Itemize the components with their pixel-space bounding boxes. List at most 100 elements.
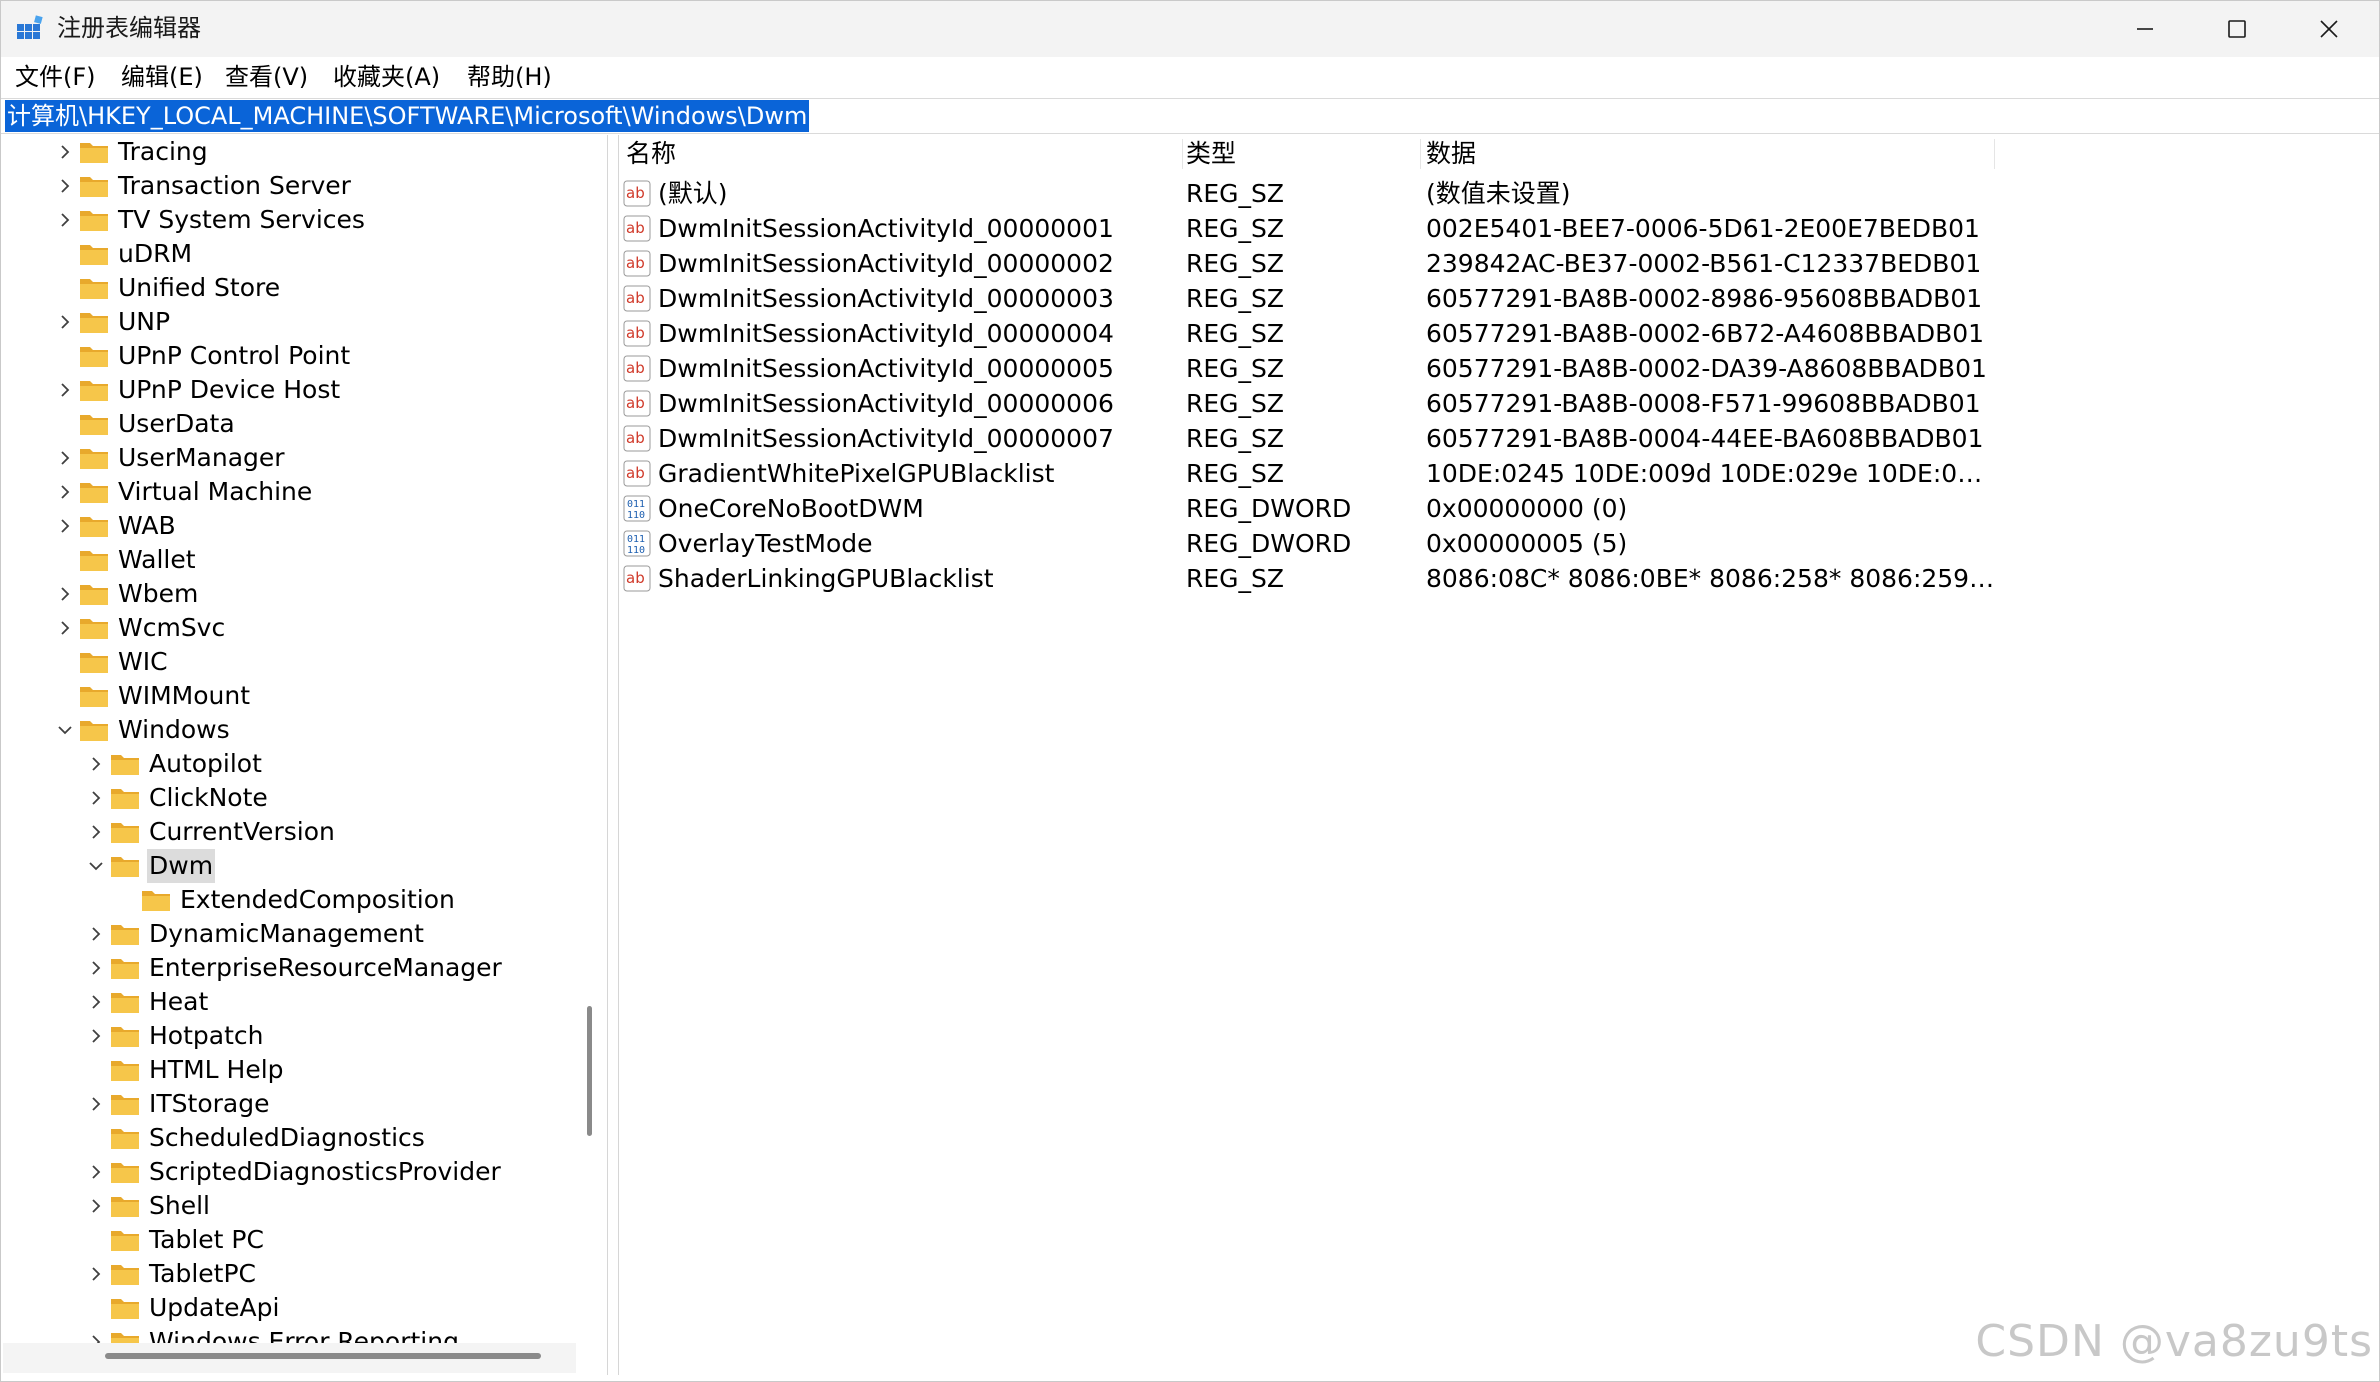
value-name[interactable]: OneCoreNoBootDWM [658,491,924,526]
tree-item-label[interactable]: Wbem [116,577,200,611]
tree-item[interactable]: ClickNote [3,781,576,815]
chevron-down-icon[interactable] [86,856,106,876]
title-bar[interactable]: 注册表编辑器 [1,1,2379,57]
tree-item-label[interactable]: CurrentVersion [147,815,337,849]
tree-item[interactable]: Tracing [3,135,576,169]
chevron-right-icon[interactable] [86,1332,106,1343]
value-row[interactable]: ab DwmInitSessionActivityId_00000007 REG_S… [620,421,2379,456]
tree-item-label[interactable]: UserData [116,407,237,441]
tree-item-label[interactable]: Hotpatch [147,1019,265,1053]
address-bar[interactable]: 计算机\HKEY_LOCAL_MACHINE\SOFTWARE\Microsof… [1,98,2379,134]
tree-vertical-scrollbar-thumb[interactable] [587,1006,592,1136]
chevron-right-icon[interactable] [86,1264,106,1284]
tree-item[interactable]: Windows Error Reporting [3,1325,576,1343]
value-row[interactable]: 011 110 OverlayTestMode REG_DWORD 0x00000005… [620,526,2379,561]
pane-splitter[interactable] [607,135,619,1375]
tree-item-label[interactable]: Wallet [116,543,198,577]
tree-item-label[interactable]: UPnP Device Host [116,373,342,407]
value-row[interactable]: 011 110 OneCoreNoBootDWM REG_DWORD 0x0000000… [620,491,2379,526]
value-name[interactable]: DwmInitSessionActivityId_00000007 [658,421,1114,456]
tree-item-label[interactable]: ScheduledDiagnostics [147,1121,427,1155]
tree-item-label[interactable]: WIC [116,645,170,679]
chevron-right-icon[interactable] [86,1026,106,1046]
tree-item[interactable]: UserData [3,407,576,441]
tree-item-label[interactable]: WIMMount [116,679,252,713]
tree-item-label[interactable]: Windows Error Reporting [147,1325,461,1343]
value-row[interactable]: ab GradientWhitePixelGPUBlacklist REG_SZ 10… [620,456,2379,491]
tree-item[interactable]: Autopilot [3,747,576,781]
chevron-right-icon[interactable] [86,754,106,774]
tree-item[interactable]: HTML Help [3,1053,576,1087]
chevron-right-icon[interactable] [86,924,106,944]
chevron-right-icon[interactable] [86,1196,106,1216]
tree-item-label[interactable]: EnterpriseResourceManager [147,951,504,985]
tree-item-label[interactable]: UpdateApi [147,1291,281,1325]
tree-item[interactable]: WIMMount [3,679,576,713]
tree-item[interactable]: Heat [3,985,576,1019]
tree-item-label[interactable]: UNP [116,305,172,339]
chevron-right-icon[interactable] [55,516,75,536]
tree-item-label[interactable]: Autopilot [147,747,264,781]
chevron-right-icon[interactable] [55,482,75,502]
tree-item[interactable]: ITStorage [3,1087,576,1121]
value-name[interactable]: ShaderLinkingGPUBlacklist [658,561,994,596]
tree-horizontal-scrollbar-thumb[interactable] [105,1353,541,1359]
tree-item[interactable]: WcmSvc [3,611,576,645]
menu-view[interactable]: 查看(V) [225,61,308,93]
tree-item[interactable]: Dwm [3,849,576,883]
column-header-type[interactable]: 类型 [1186,135,1236,173]
value-name[interactable]: DwmInitSessionActivityId_00000005 [658,351,1114,386]
tree-item[interactable]: EnterpriseResourceManager [3,951,576,985]
tree-item[interactable]: Wallet [3,543,576,577]
value-row[interactable]: ab (默认) REG_SZ (数值未设置) [620,176,2379,211]
tree-item-label[interactable]: Unified Store [116,271,282,305]
value-name[interactable]: (默认) [658,176,728,211]
column-separator[interactable] [1994,139,1995,169]
value-name[interactable]: OverlayTestMode [658,526,873,561]
tree-item[interactable]: Hotpatch [3,1019,576,1053]
column-header-name[interactable]: 名称 [626,135,676,173]
value-row[interactable]: ab DwmInitSessionActivityId_00000006 REG_S… [620,386,2379,421]
tree-item[interactable]: Windows [3,713,576,747]
tree-item[interactable]: CurrentVersion [3,815,576,849]
chevron-right-icon[interactable] [55,210,75,230]
menu-file[interactable]: 文件(F) [15,61,96,93]
tree-item[interactable]: Wbem [3,577,576,611]
tree-item[interactable]: Virtual Machine [3,475,576,509]
tree-item-label[interactable]: ClickNote [147,781,270,815]
tree-item-label[interactable]: Transaction Server [116,169,353,203]
tree-item-label[interactable]: TV System Services [116,203,367,237]
chevron-right-icon[interactable] [55,448,75,468]
chevron-right-icon[interactable] [86,1162,106,1182]
tree-item-label[interactable]: Virtual Machine [116,475,314,509]
tree-item[interactable]: WAB [3,509,576,543]
value-row[interactable]: ab DwmInitSessionActivityId_00000003 REG_S… [620,281,2379,316]
tree-item[interactable]: WIC [3,645,576,679]
tree-item[interactable]: Transaction Server [3,169,576,203]
tree-item[interactable]: ScheduledDiagnostics [3,1121,576,1155]
chevron-right-icon[interactable] [86,788,106,808]
minimize-button[interactable] [2099,1,2191,57]
value-row[interactable]: ab DwmInitSessionActivityId_00000001 REG_S… [620,211,2379,246]
tree-item[interactable]: Shell [3,1189,576,1223]
tree-item[interactable]: TV System Services [3,203,576,237]
chevron-right-icon[interactable] [86,1094,106,1114]
value-name[interactable]: DwmInitSessionActivityId_00000001 [658,211,1114,246]
tree-item[interactable]: ScriptedDiagnosticsProvider [3,1155,576,1189]
menu-help[interactable]: 帮助(H) [467,61,552,93]
close-button[interactable] [2283,1,2375,57]
value-name[interactable]: DwmInitSessionActivityId_00000002 [658,246,1114,281]
tree-item-label[interactable]: WcmSvc [116,611,227,645]
column-separator[interactable] [1420,139,1421,169]
tree-item-label[interactable]: ITStorage [147,1087,271,1121]
tree-item-label[interactable]: Windows [116,713,232,747]
tree-item-label[interactable]: uDRM [116,237,194,271]
chevron-right-icon[interactable] [86,992,106,1012]
tree-item-label[interactable]: TabletPC [147,1257,258,1291]
tree-item-label[interactable]: UPnP Control Point [116,339,352,373]
tree-item[interactable]: DynamicManagement [3,917,576,951]
chevron-right-icon[interactable] [55,380,75,400]
chevron-right-icon[interactable] [55,176,75,196]
chevron-right-icon[interactable] [86,958,106,978]
tree-item[interactable]: UserManager [3,441,576,475]
